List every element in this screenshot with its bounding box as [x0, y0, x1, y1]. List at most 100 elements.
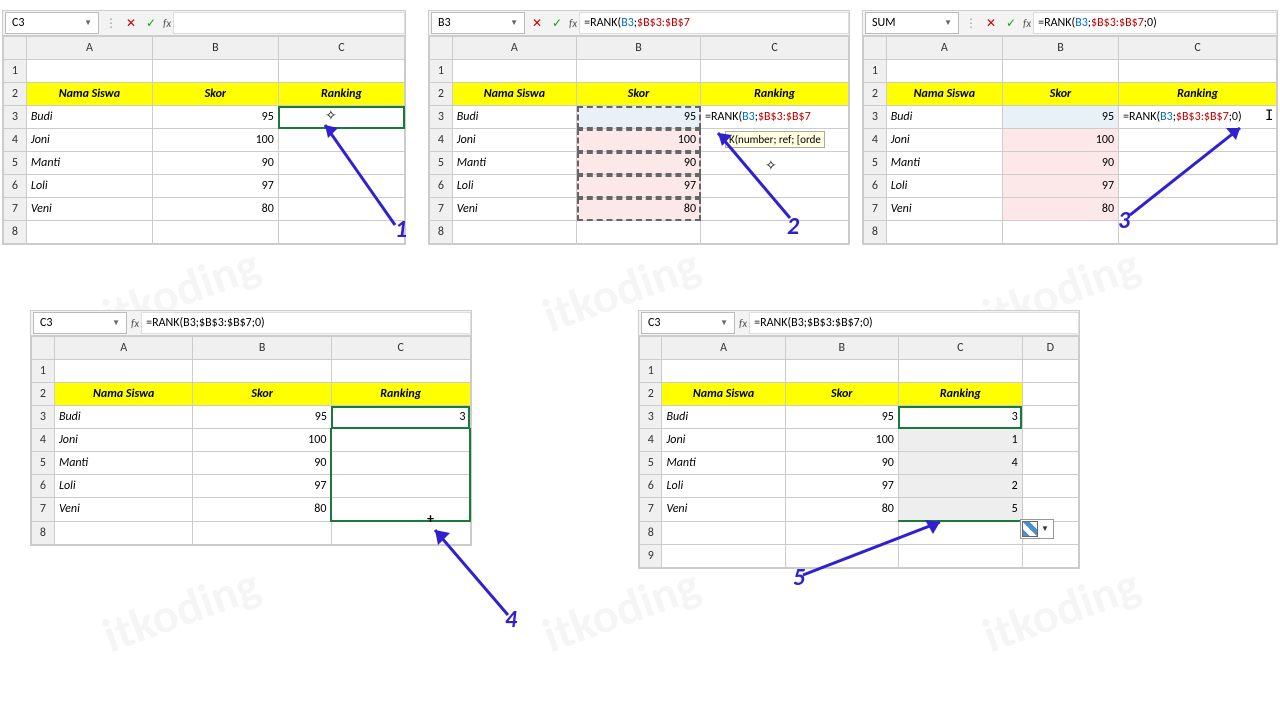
row-header[interactable]: 5 — [640, 452, 662, 475]
row-header[interactable]: 6 — [430, 175, 453, 198]
cell[interactable]: 3 — [898, 406, 1022, 429]
cell[interactable]: 95 — [152, 106, 278, 129]
col-header-a[interactable]: A — [662, 337, 785, 360]
row-header[interactable]: 3 — [32, 406, 55, 429]
cell[interactable]: Budi — [54, 406, 193, 429]
formula-input[interactable]: =RANK(B3;$B$3:$B$7 — [579, 12, 849, 34]
cell[interactable]: 2 — [898, 475, 1022, 498]
cell[interactable]: 100 — [1003, 129, 1119, 152]
col-header-c[interactable]: C — [898, 337, 1022, 360]
row-header[interactable]: 7 — [430, 198, 453, 221]
row-header[interactable]: 3 — [4, 106, 27, 129]
cell[interactable]: Manti — [886, 152, 1002, 175]
row-header[interactable]: 4 — [864, 129, 887, 152]
row-header[interactable]: 1 — [32, 360, 55, 383]
header-cell[interactable]: Skor — [785, 383, 898, 406]
fx-label[interactable]: fx — [1023, 17, 1031, 30]
row-header[interactable]: 7 — [640, 498, 662, 522]
row-header[interactable]: 8 — [640, 521, 662, 545]
cell[interactable]: 95 — [577, 106, 701, 129]
cell[interactable]: Joni — [886, 129, 1002, 152]
enter-icon[interactable]: ✓ — [1001, 13, 1021, 33]
cell[interactable]: Joni — [54, 429, 193, 452]
col-header-b[interactable]: B — [577, 37, 701, 60]
row-header[interactable]: 2 — [640, 383, 662, 406]
row-header[interactable]: 2 — [864, 83, 887, 106]
cell[interactable]: 1 — [898, 429, 1022, 452]
cell[interactable]: Budi — [886, 106, 1002, 129]
cell[interactable]: 90 — [785, 452, 898, 475]
cell[interactable]: 97 — [785, 475, 898, 498]
spreadsheet-grid[interactable]: A B C D 1 2 Nama Siswa Skor Ranking 3Bud… — [639, 336, 1079, 568]
cell[interactable]: Manti — [452, 152, 576, 175]
header-cell[interactable]: Nama Siswa — [26, 83, 152, 106]
cell[interactable]: Loli — [452, 175, 576, 198]
row-header[interactable]: 8 — [32, 521, 55, 545]
cell[interactable]: Manti — [54, 452, 193, 475]
cell[interactable]: Veni — [26, 198, 152, 221]
row-header[interactable]: 1 — [430, 60, 453, 83]
cell[interactable]: 80 — [152, 198, 278, 221]
col-header-b[interactable]: B — [152, 37, 278, 60]
header-cell[interactable]: Skor — [577, 83, 701, 106]
col-header-c[interactable]: C — [278, 37, 404, 60]
header-cell[interactable]: Ranking — [278, 83, 404, 106]
col-header-c[interactable]: C — [331, 337, 470, 360]
col-header-a[interactable]: A — [54, 337, 193, 360]
row-header[interactable]: 3 — [864, 106, 887, 129]
dropdown-icon[interactable]: ▼ — [944, 18, 952, 28]
select-all-corner[interactable] — [4, 37, 27, 60]
cancel-icon[interactable]: ✕ — [981, 13, 1001, 33]
header-cell[interactable]: Ranking — [701, 83, 849, 106]
row-header[interactable]: 5 — [864, 152, 887, 175]
row-header[interactable]: 6 — [864, 175, 887, 198]
name-box[interactable]: C3▼ — [33, 312, 127, 334]
row-header[interactable]: 1 — [640, 360, 662, 383]
cell[interactable]: Budi — [26, 106, 152, 129]
header-cell[interactable]: Skor — [193, 383, 331, 406]
row-header[interactable]: 2 — [32, 383, 55, 406]
enter-icon[interactable]: ✓ — [547, 13, 567, 33]
cell[interactable]: Veni — [452, 198, 576, 221]
spreadsheet-grid[interactable]: A B C 1 2 Nama Siswa Skor Ranking 3Budi9… — [31, 336, 471, 545]
chevron-down-icon[interactable]: ▼ — [1038, 524, 1052, 534]
cancel-icon[interactable]: ✕ — [527, 13, 547, 33]
row-header[interactable]: 4 — [4, 129, 27, 152]
cancel-icon[interactable]: ✕ — [121, 13, 141, 33]
cell[interactable]: Manti — [662, 452, 785, 475]
editing-cell[interactable]: =RANK(B3;$B$3:$B$7;0) — [1119, 106, 1277, 129]
cell[interactable]: Budi — [662, 406, 785, 429]
cell[interactable]: Joni — [26, 129, 152, 152]
row-header[interactable]: 6 — [4, 175, 27, 198]
fx-label[interactable]: fx — [163, 17, 171, 30]
row-header[interactable]: 3 — [640, 406, 662, 429]
cell[interactable]: Veni — [662, 498, 785, 522]
cell[interactable]: 4 — [898, 452, 1022, 475]
row-header[interactable]: 5 — [32, 452, 55, 475]
row-header[interactable]: 6 — [32, 475, 55, 498]
name-box[interactable]: B3▼ — [431, 12, 525, 34]
header-cell[interactable]: Ranking — [1119, 83, 1277, 106]
fx-label[interactable]: fx — [739, 317, 747, 330]
autofill-options-button[interactable]: ▼ — [1020, 519, 1054, 539]
row-header[interactable]: 3 — [430, 106, 453, 129]
fx-label[interactable]: fx — [569, 17, 577, 30]
fx-label[interactable]: fx — [131, 317, 139, 330]
editing-cell[interactable]: =RANK(B3;$B$3:$B$7 — [701, 106, 849, 129]
col-header-c[interactable]: C — [701, 37, 849, 60]
row-header[interactable]: 8 — [4, 221, 27, 244]
formula-input[interactable] — [173, 12, 405, 34]
row-header[interactable]: 9 — [640, 545, 662, 568]
dropdown-icon[interactable]: ▼ — [720, 318, 728, 328]
row-header[interactable]: 7 — [32, 498, 55, 522]
row-header[interactable]: 4 — [640, 429, 662, 452]
spreadsheet-grid[interactable]: A B C 1 2 Nama Siswa Skor Ranking 3Budi9… — [863, 36, 1277, 244]
cell[interactable]: 100 — [785, 429, 898, 452]
col-header-c[interactable]: C — [1119, 37, 1277, 60]
active-cell[interactable] — [278, 106, 404, 129]
row-header[interactable]: 4 — [430, 129, 453, 152]
select-all-corner[interactable] — [430, 37, 453, 60]
header-cell[interactable]: Ranking — [898, 383, 1022, 406]
formula-input[interactable]: =RANK(B3;$B$3:$B$7;0) — [141, 312, 471, 334]
col-header-a[interactable]: A — [886, 37, 1002, 60]
